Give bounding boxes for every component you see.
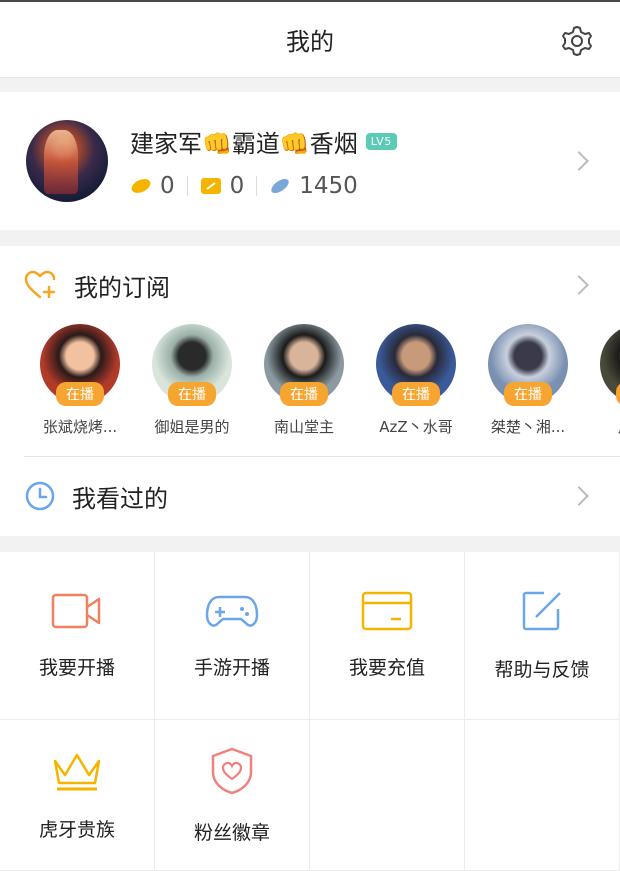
coupon-icon <box>200 177 222 195</box>
live-badge: 在播 <box>168 382 216 406</box>
anchor-avatar: 在播 <box>152 324 232 406</box>
wallet-icon <box>361 591 413 635</box>
live-badge: 在播 <box>56 382 104 406</box>
settings-button[interactable] <box>558 22 596 60</box>
anchor-item[interactable]: 在播 南山堂主 <box>248 324 360 456</box>
anchor-avatar: 在播 <box>376 324 456 406</box>
fan-badge-button[interactable]: 粉丝徽章 <box>155 720 310 871</box>
anchor-avatar: 在播 <box>40 324 120 406</box>
chevron-right-icon <box>569 275 589 295</box>
chevron-right-icon <box>569 486 589 506</box>
silver-bean-value: 1450 <box>299 172 358 199</box>
user-avatar[interactable] <box>26 120 108 202</box>
anchor-item[interactable]: 在播 AzZ丶水哥 <box>360 324 472 456</box>
anchor-list: 在播 张斌烧烤... 在播 御姐是男的 在播 南山堂主 在播 AzZ丶水哥 在播… <box>0 324 620 456</box>
nobility-button[interactable]: 虎牙贵族 <box>0 720 155 871</box>
anchor-name: 桀楚丶湘... <box>490 418 566 436</box>
gold-bean-value: 0 <box>160 172 175 199</box>
silver-bean-icon <box>269 178 291 194</box>
heart-shield-icon <box>209 746 255 800</box>
crown-icon <box>51 749 103 797</box>
feedback-button[interactable]: 帮助与反馈 <box>465 552 620 720</box>
go-live-label: 我要开播 <box>38 657 115 679</box>
recharge-label: 我要充值 <box>348 657 425 679</box>
subscription-section: 我的订阅 在播 张斌烧烤... 在播 御姐是男的 在播 南山堂主 在播 AzZ丶… <box>0 246 620 536</box>
gear-icon <box>562 26 592 56</box>
anchor-item[interactable]: 在播 张斌烧烤... <box>24 324 136 456</box>
silver-bean-stat: 1450 <box>269 173 358 199</box>
page-title: 我的 <box>286 28 334 56</box>
level-badge: LV5 <box>365 132 397 150</box>
anchor-item[interactable]: 在播 户外... <box>584 324 620 456</box>
anchor-name: 南山堂主 <box>273 418 334 436</box>
anchor-avatar: 在播 <box>600 324 620 406</box>
mobile-game-live-button[interactable]: 手游开播 <box>155 552 310 720</box>
live-badge: 在播 <box>504 382 552 406</box>
gamepad-icon <box>205 591 259 635</box>
anchor-name: 张斌烧烤... <box>42 418 118 436</box>
empty-cell <box>310 720 465 871</box>
live-badge: 在播 <box>616 382 620 406</box>
live-badge: 在播 <box>392 382 440 406</box>
mobile-game-live-label: 手游开播 <box>193 657 270 679</box>
fan-badge-label: 粉丝徽章 <box>193 821 270 844</box>
chevron-right-icon <box>569 151 589 171</box>
user-name: 建家军👊霸道👊香烟 <box>130 129 358 158</box>
subscriptions-row[interactable]: 我的订阅 <box>0 246 620 324</box>
profile-card[interactable]: 建家军👊霸道👊香烟 LV5 0 0 1450 <box>0 92 620 230</box>
coupon-value: 0 <box>229 172 245 199</box>
anchor-avatar: 在播 <box>488 324 568 406</box>
subscriptions-label: 我的订阅 <box>74 273 170 302</box>
feature-grid: 我要开播 手游开播 我要充值 帮助与反馈 虎牙贵族 粉丝徽章 <box>0 552 620 871</box>
clock-icon <box>25 481 55 511</box>
anchor-item[interactable]: 在播 桀楚丶湘... <box>472 324 584 456</box>
recharge-button[interactable]: 我要充值 <box>310 552 465 720</box>
video-camera-icon <box>51 591 103 635</box>
nobility-label: 虎牙贵族 <box>38 818 115 841</box>
heart-plus-icon <box>24 270 56 299</box>
anchor-name: AzZ丶水哥 <box>379 418 453 436</box>
top-bar: 我的 <box>0 0 620 78</box>
anchor-item[interactable]: 在播 御姐是男的 <box>136 324 248 456</box>
empty-cell <box>465 720 620 871</box>
coupon-stat: 0 <box>200 172 245 199</box>
live-badge: 在播 <box>280 382 328 406</box>
history-label: 我看过的 <box>72 484 168 513</box>
feedback-label: 帮助与反馈 <box>494 659 590 681</box>
anchor-avatar: 在播 <box>264 324 344 406</box>
gold-bean-stat: 0 <box>130 173 175 199</box>
edit-icon <box>520 589 564 637</box>
go-live-button[interactable]: 我要开播 <box>0 552 155 720</box>
gold-bean-icon <box>130 178 152 194</box>
anchor-name: 御姐是男的 <box>154 418 230 436</box>
history-row[interactable]: 我看过的 <box>0 457 620 535</box>
